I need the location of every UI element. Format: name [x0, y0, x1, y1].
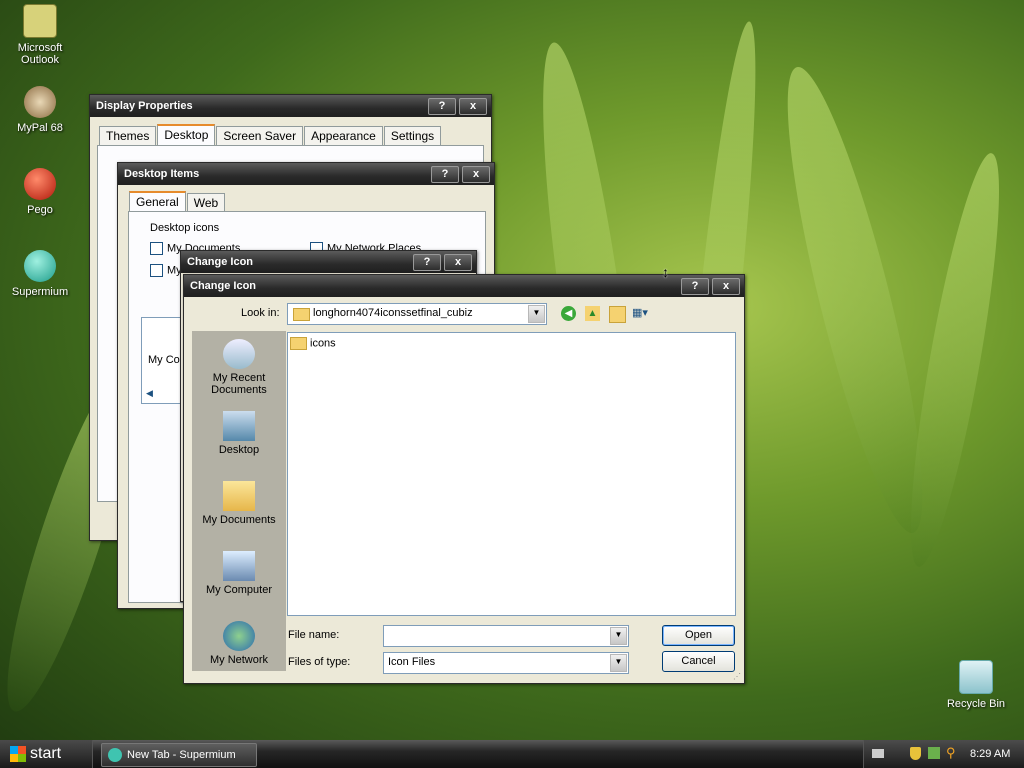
- display-properties-titlebar[interactable]: Display Properties ? x: [90, 95, 491, 117]
- chevron-down-icon[interactable]: ▼: [610, 627, 627, 645]
- folder-icon: [290, 337, 307, 350]
- desktop-icon-label: Microsoft Outlook: [17, 42, 63, 66]
- new-folder-icon[interactable]: [609, 306, 626, 323]
- mypal-icon: [24, 86, 56, 118]
- desktop-icon-pego[interactable]: Pego: [0, 168, 80, 216]
- close-button[interactable]: x: [444, 254, 472, 271]
- help-button[interactable]: ?: [681, 278, 709, 295]
- back-icon[interactable]: ◀: [561, 306, 576, 321]
- outlook-icon: [23, 4, 57, 38]
- pego-icon: [24, 168, 56, 200]
- desktop-icon-label: Recycle Bin: [946, 698, 1006, 710]
- system-tray: ⚲ 8:29 AM: [863, 740, 1024, 768]
- checkbox-box[interactable]: [150, 264, 163, 277]
- taskbar-item-supermium[interactable]: New Tab - Supermium: [101, 743, 257, 767]
- place-desktop[interactable]: Desktop: [195, 411, 283, 456]
- chevron-down-icon[interactable]: ▼: [610, 654, 627, 672]
- places-bar: My Recent Documents Desktop My Documents…: [192, 331, 286, 671]
- change-icon-titlebar[interactable]: Change Icon ? x: [184, 275, 744, 297]
- tab-general[interactable]: General: [129, 191, 186, 213]
- cancel-button[interactable]: Cancel: [662, 651, 735, 672]
- desktop-icon-label: Supermium: [11, 286, 69, 298]
- list-item[interactable]: icons: [290, 337, 336, 350]
- file-name-input[interactable]: ▼: [383, 625, 629, 647]
- help-button[interactable]: ?: [413, 254, 441, 271]
- up-folder-icon[interactable]: ▲: [585, 306, 600, 321]
- desktop-items-titlebar[interactable]: Desktop Items ? x: [118, 163, 494, 185]
- change-icon-back-titlebar[interactable]: Change Icon ? x: [181, 251, 476, 273]
- my-documents-icon: [223, 481, 255, 511]
- place-my-documents[interactable]: My Documents: [195, 481, 283, 526]
- window-title: Desktop Items: [124, 168, 200, 180]
- tab-appearance[interactable]: Appearance: [304, 126, 383, 146]
- desktop-icon-outlook[interactable]: Microsoft Outlook: [0, 4, 80, 66]
- preview-item-label: My Co: [148, 354, 180, 366]
- file-list[interactable]: icons: [287, 332, 736, 616]
- place-my-computer[interactable]: My Computer: [195, 551, 283, 596]
- tab-settings[interactable]: Settings: [383, 126, 442, 146]
- chevron-down-icon[interactable]: ▼: [528, 305, 545, 323]
- place-my-network[interactable]: My Network: [195, 621, 283, 666]
- file-type-label: Files of type:: [288, 656, 351, 668]
- file-name-label: File name:: [288, 629, 340, 641]
- tab-desktop[interactable]: Desktop: [157, 124, 216, 146]
- change-icon-window: Change Icon ? x Look in: longhorn4074ico…: [183, 274, 745, 684]
- supermium-icon: [24, 250, 56, 282]
- resize-cursor-icon: ↕: [662, 264, 669, 280]
- keyboard-icon[interactable]: [872, 749, 884, 758]
- security-shield-icon[interactable]: [910, 747, 921, 760]
- desktop-icon-mypal[interactable]: MyPal 68: [0, 86, 80, 134]
- open-button[interactable]: Open: [662, 625, 735, 646]
- tab-screen-saver[interactable]: Screen Saver: [216, 126, 304, 146]
- clock[interactable]: 8:29 AM: [970, 740, 1010, 768]
- supermium-icon: [108, 748, 122, 763]
- tab-web[interactable]: Web: [186, 193, 226, 213]
- start-button[interactable]: start: [0, 740, 93, 768]
- look-in-combo[interactable]: longhorn4074iconssetfinal_cubiz ▼: [287, 303, 547, 325]
- close-button[interactable]: x: [712, 278, 740, 295]
- checkbox-box[interactable]: [150, 242, 163, 255]
- desktop-icon: [223, 411, 255, 441]
- window-title: Change Icon: [190, 280, 257, 292]
- desktop-icon-supermium[interactable]: Supermium: [0, 250, 80, 298]
- look-in-value: longhorn4074iconssetfinal_cubiz: [313, 307, 473, 319]
- file-type-select[interactable]: Icon Files ▼: [383, 652, 629, 674]
- search-icon[interactable]: ⚲: [946, 746, 956, 760]
- window-title: Display Properties: [96, 100, 193, 112]
- my-computer-icon: [223, 551, 255, 581]
- close-button[interactable]: x: [462, 166, 490, 183]
- tab-themes[interactable]: Themes: [99, 126, 157, 146]
- views-menu-icon[interactable]: ▦▾: [632, 306, 654, 321]
- recycle-bin-icon: [959, 660, 993, 694]
- place-my-recent-documents[interactable]: My Recent Documents: [195, 339, 283, 396]
- desktop-icon-recycle-bin[interactable]: Recycle Bin: [936, 660, 1016, 710]
- window-title: Change Icon: [187, 256, 254, 268]
- look-in-label: Look in:: [241, 307, 280, 319]
- folder-icon: [293, 308, 310, 321]
- resize-grip-icon[interactable]: ⋰: [733, 672, 743, 682]
- recent-documents-icon: [223, 339, 255, 369]
- checkbox-my-computer[interactable]: My: [150, 264, 182, 277]
- network-icon[interactable]: [928, 747, 940, 759]
- scroll-left-arrow-icon[interactable]: ◀: [146, 388, 153, 399]
- desktop-icon-label: MyPal 68: [17, 122, 63, 134]
- taskbar: start New Tab - Supermium ⚲ 8:29 AM: [0, 740, 1024, 768]
- close-button[interactable]: x: [459, 98, 487, 115]
- desktop-icons-group-label: Desktop icons: [150, 222, 220, 234]
- help-button[interactable]: ?: [431, 166, 459, 183]
- desktop-icon-label: Pego: [27, 204, 53, 216]
- my-network-icon: [223, 621, 255, 651]
- help-button[interactable]: ?: [428, 98, 456, 115]
- windows-logo-icon: [10, 746, 26, 762]
